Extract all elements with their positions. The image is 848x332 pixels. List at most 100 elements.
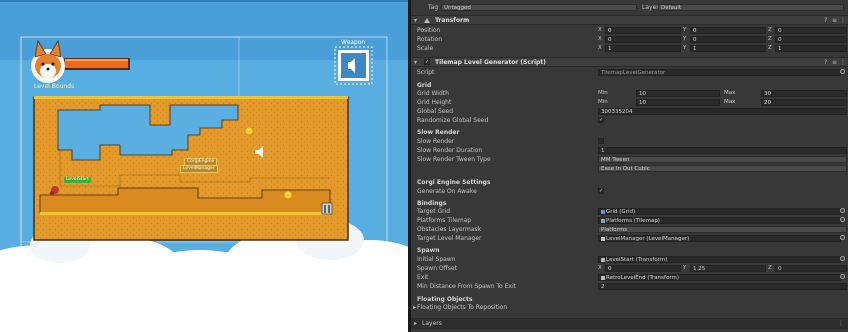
- preset-icon[interactable]: ≡: [832, 17, 837, 24]
- z-axis-label[interactable]: Z: [768, 36, 772, 43]
- layer-label: Layer: [642, 4, 659, 11]
- preset-icon[interactable]: ≡: [832, 59, 837, 66]
- platforms-tilemap-value: Platforms (Tilemap): [606, 218, 660, 224]
- health-bar: [64, 58, 130, 70]
- y-axis-label[interactable]: Y: [683, 45, 686, 52]
- slow-render-checkbox[interactable]: [598, 138, 604, 144]
- scale-y-field[interactable]: 1: [690, 45, 766, 52]
- level-start-tag[interactable]: LevelStart: [64, 177, 91, 183]
- grid-width-row: Grid Width Min 10 Max 30: [411, 89, 848, 98]
- spawn-offset-y-field[interactable]: 1.25: [690, 265, 766, 272]
- tween-type-dropdown[interactable]: MM Tween: [598, 156, 847, 163]
- script-icon: [601, 236, 605, 241]
- layers-row[interactable]: ▸ Layers ⋮: [411, 318, 848, 329]
- grid-width-max-field[interactable]: 30: [761, 90, 847, 97]
- component-enabled-checkbox[interactable]: ✓: [424, 59, 430, 65]
- scale-x-field[interactable]: 1: [605, 45, 681, 52]
- position-z-field[interactable]: 0: [775, 27, 847, 34]
- exit-field[interactable]: RetroLevelEnd (Transform): [598, 274, 841, 281]
- expand-arrow-icon[interactable]: ▸: [414, 320, 417, 327]
- help-icon[interactable]: ?: [824, 17, 827, 24]
- x-axis-label[interactable]: X: [598, 27, 602, 34]
- target-level-manager-value: LevelManager (LevelManager): [606, 236, 690, 242]
- global-seed-field[interactable]: 300335204: [598, 108, 847, 115]
- more-icon[interactable]: ⋮: [840, 59, 846, 66]
- platforms-tilemap-label: Platforms Tilemap: [417, 217, 472, 224]
- z-axis-label[interactable]: Z: [768, 45, 772, 52]
- target-grid-field[interactable]: Grid (Grid): [598, 208, 841, 215]
- transform-header[interactable]: ▾ Transform ? ≡ ⋮: [411, 15, 848, 25]
- tag-layer-row: Tag Untagged Layer Default: [411, 3, 848, 12]
- position-x-field[interactable]: 0: [605, 27, 681, 34]
- x-axis-label[interactable]: X: [598, 36, 602, 43]
- min-distance-field[interactable]: 2: [598, 283, 847, 290]
- rotation-y-field[interactable]: 0: [690, 36, 766, 43]
- generator-title: Tilemap Level Generator (Script): [435, 59, 546, 66]
- more-icon[interactable]: ⋮: [840, 17, 846, 24]
- ease-curve-dropdown[interactable]: Ease In Out Cubic: [598, 165, 847, 172]
- collapse-arrow-icon[interactable]: ▾: [414, 17, 417, 24]
- scene-view[interactable]: Level Bounds Weapon LevelStart CorgiEngi…: [0, 0, 408, 332]
- spawn-offset-x-field[interactable]: 0: [605, 265, 681, 272]
- level-exit-icon: [321, 202, 333, 215]
- randomize-checkbox[interactable]: ✓: [598, 117, 604, 123]
- slow-duration-field[interactable]: 1: [598, 147, 847, 154]
- grid-height-max-field[interactable]: 20: [761, 99, 847, 106]
- coin-icon: [283, 190, 293, 200]
- grid-height-min-field[interactable]: 10: [636, 99, 720, 106]
- corgi-section-header: Corgi Engine Settings: [417, 179, 491, 186]
- object-picker-icon[interactable]: [840, 256, 845, 261]
- floating-section-header: Floating Objects: [417, 296, 473, 303]
- tag-dropdown[interactable]: Untagged: [441, 4, 637, 11]
- target-grid-value: Grid (Grid): [606, 209, 636, 215]
- generator-header[interactable]: ▾ ✓ Tilemap Level Generator (Script) ? ≡…: [411, 57, 848, 67]
- platforms-tilemap-field[interactable]: Platforms (Tilemap): [598, 217, 841, 224]
- x-axis-label[interactable]: X: [598, 45, 602, 52]
- initial-spawn-field[interactable]: LevelStart (Transform): [598, 256, 841, 263]
- initial-spawn-label: Initial Spawn: [417, 256, 456, 263]
- bindings-section-header: Bindings: [417, 200, 447, 207]
- slow-duration-label: Slow Render Duration: [417, 147, 483, 154]
- object-picker-icon[interactable]: [840, 274, 845, 279]
- object-picker-icon[interactable]: [840, 208, 845, 213]
- help-icon[interactable]: ?: [824, 59, 827, 66]
- grid-section-header: Grid: [417, 82, 432, 89]
- generate-awake-row: Generate On Awake ✓: [411, 187, 848, 196]
- y-axis-label[interactable]: Y: [683, 265, 686, 272]
- floating-reposition-row[interactable]: ▸ Floating Objects To Reposition: [411, 303, 848, 312]
- y-axis-label[interactable]: Y: [683, 36, 686, 43]
- obstacles-layermask-dropdown[interactable]: Platforms: [598, 226, 847, 233]
- max-label: Max: [724, 99, 736, 105]
- expand-arrow-icon[interactable]: ▸: [413, 304, 416, 311]
- scale-z-field[interactable]: 1: [775, 45, 847, 52]
- y-axis-label[interactable]: Y: [683, 27, 686, 34]
- z-axis-label[interactable]: Z: [768, 265, 772, 272]
- object-picker-icon[interactable]: [840, 235, 845, 240]
- grid-width-min-field[interactable]: 10: [636, 90, 720, 97]
- generate-awake-checkbox[interactable]: ✓: [598, 188, 604, 194]
- z-axis-label[interactable]: Z: [768, 27, 772, 34]
- floating-reposition-label[interactable]: Floating Objects To Reposition: [417, 304, 507, 311]
- layer-dropdown[interactable]: Default: [658, 4, 844, 11]
- script-label: Script: [417, 69, 435, 76]
- position-y-field[interactable]: 0: [690, 27, 766, 34]
- script-field[interactable]: TilemapLevelGenerator: [598, 69, 841, 76]
- rotation-label: Rotation: [417, 36, 443, 43]
- script-row: Script TilemapLevelGenerator: [411, 68, 848, 77]
- rotation-x-field[interactable]: 0: [605, 36, 681, 43]
- collapse-arrow-icon[interactable]: ▾: [414, 59, 417, 66]
- level-manager-tag[interactable]: LevelManager: [180, 165, 218, 173]
- target-level-manager-field[interactable]: LevelManager (LevelManager): [598, 235, 841, 242]
- more-icon[interactable]: ⋮: [838, 320, 844, 327]
- grid-width-label: Grid Width: [417, 90, 449, 97]
- object-picker-icon[interactable]: [840, 69, 845, 74]
- min-distance-row: Min Distance From Spawn To Exit 2: [411, 282, 848, 291]
- tag-label: Tag: [428, 4, 439, 11]
- object-picker-icon[interactable]: [840, 217, 845, 222]
- exit-row: Exit RetroLevelEnd (Transform): [411, 273, 848, 282]
- spawn-offset-z-field[interactable]: 0: [775, 265, 847, 272]
- rotation-z-field[interactable]: 0: [775, 36, 847, 43]
- x-axis-label[interactable]: X: [598, 265, 602, 272]
- spawn-offset-label: Spawn Offset: [417, 265, 457, 272]
- slow-header-row: Slow Render: [411, 128, 848, 137]
